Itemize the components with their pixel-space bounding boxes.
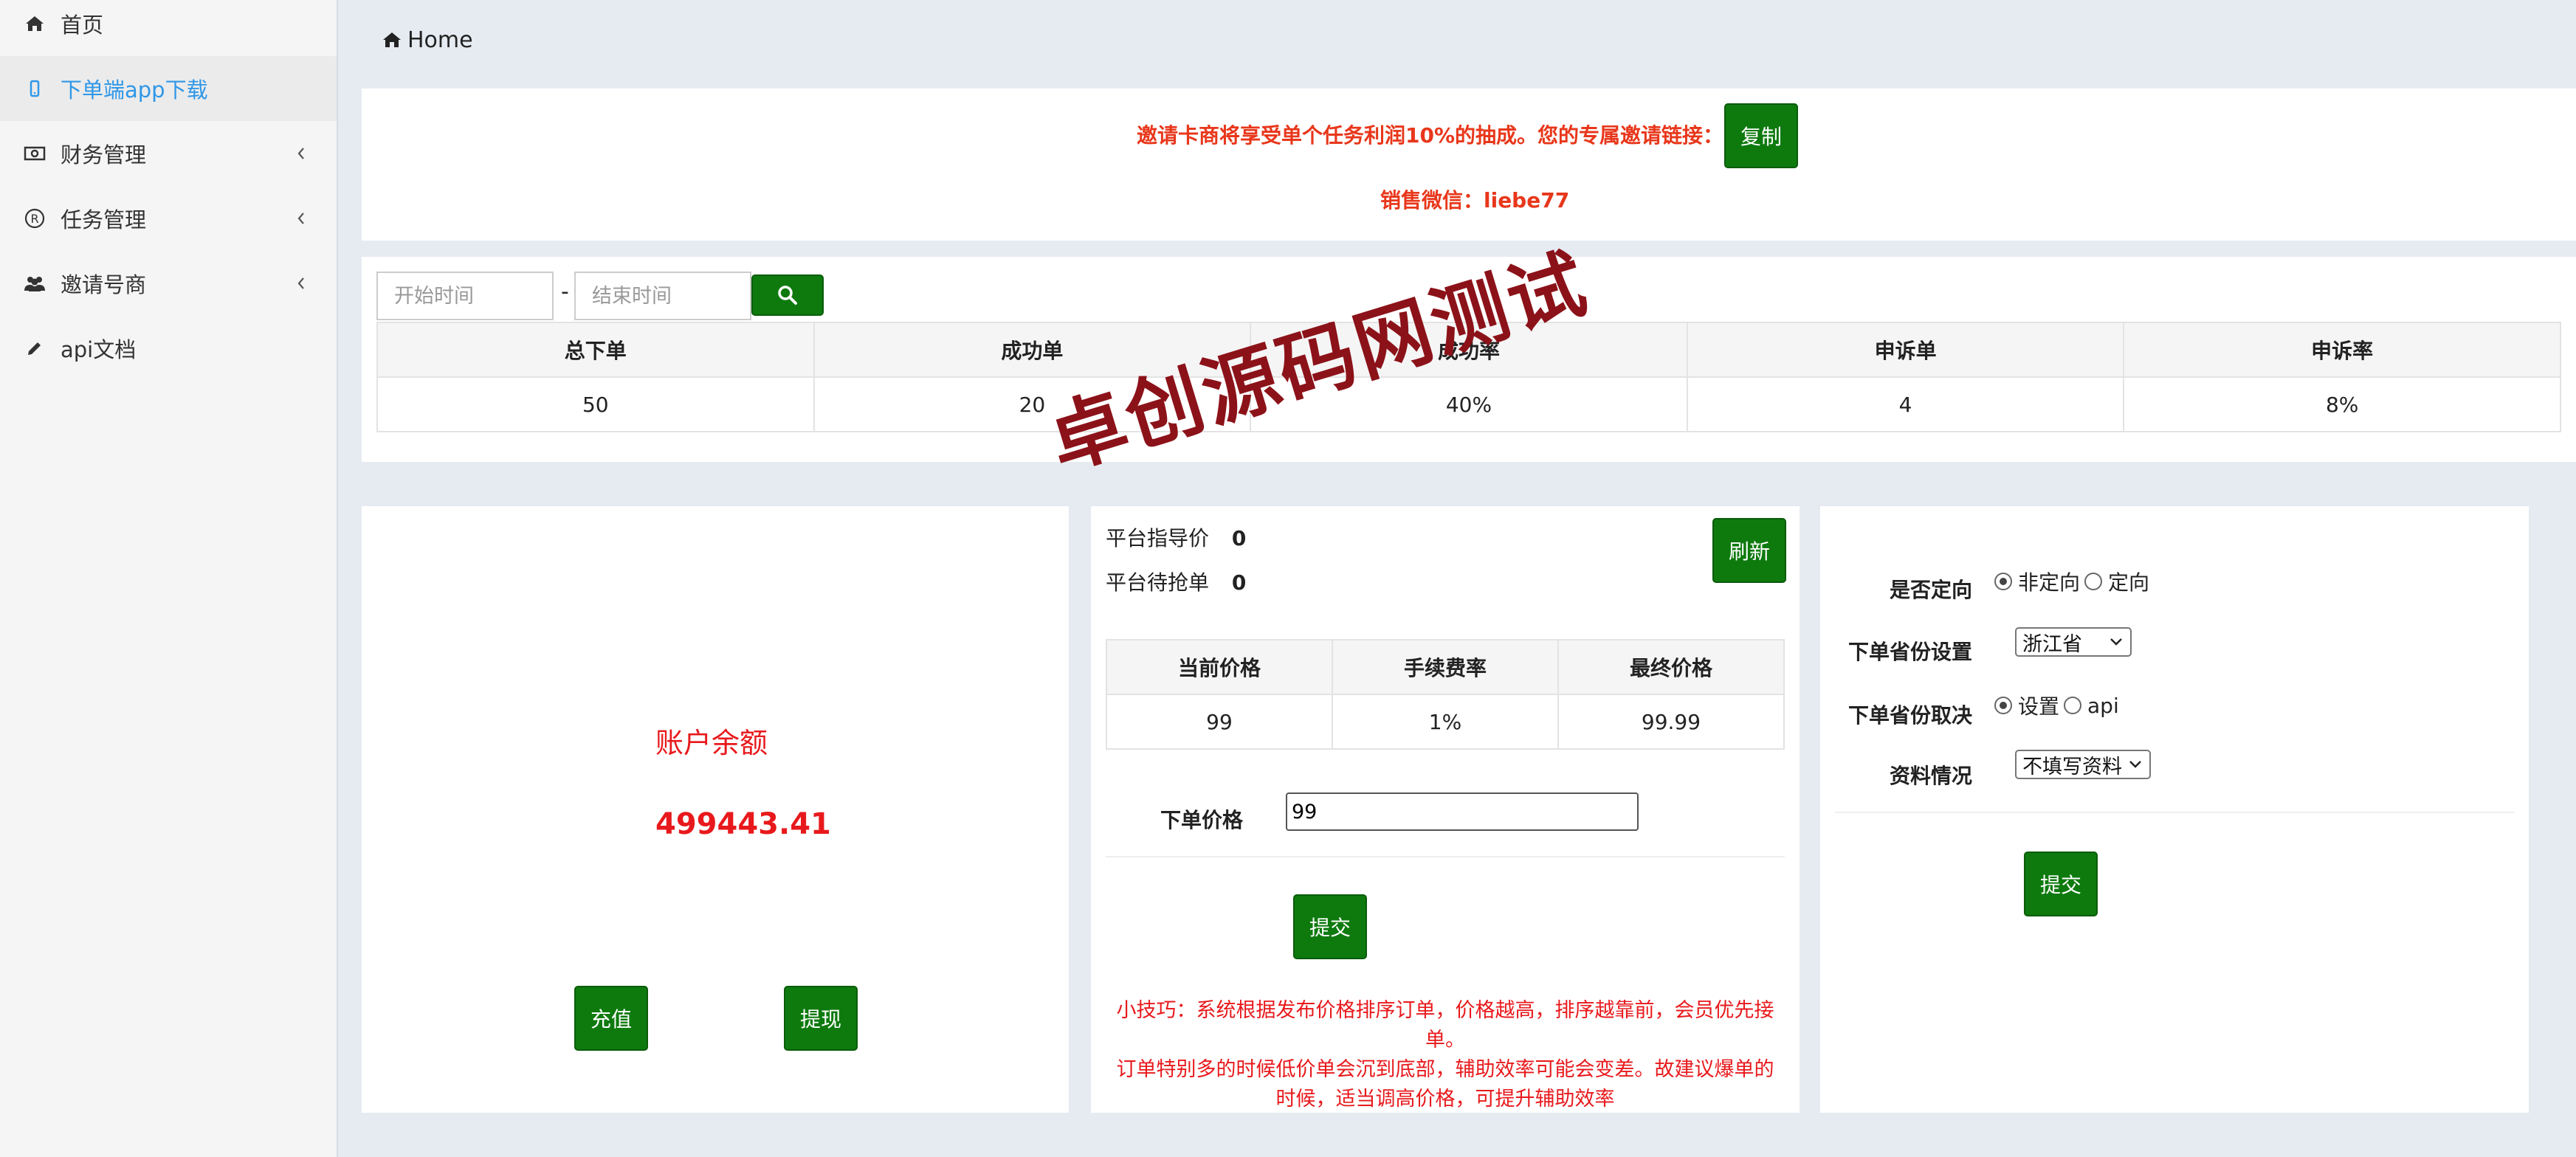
chevron-left-icon [297,186,306,251]
tip-line-1: 小技巧：系统根据发布价格排序订单，价格越高，排序越靠前，会员优先接单。 [1116,999,1774,1051]
guide-price-label: 平台指导价 [1106,526,1210,550]
radio-label: 设置 [2018,694,2060,719]
radio-label: api [2087,693,2119,718]
breadcrumb[interactable]: Home [382,22,473,58]
sidebar-item-label: api文档 [61,337,137,362]
sidebar-item-label: 财务管理 [61,142,147,167]
sidebar-item-label: 首页 [61,13,104,38]
province-select-value: 浙江省 [2022,632,2082,656]
start-time-input[interactable] [376,272,554,320]
account-panel: 账户余额 499443.41 充值 提现 [362,506,1069,1113]
sidebar-item-api-docs[interactable]: api文档 [0,316,337,381]
mobile-icon [24,77,46,100]
sidebar-item-home[interactable]: 首页 [0,0,337,56]
table-row: 50 20 40% 4 8% [376,376,2561,432]
province-select[interactable]: 浙江省 [2015,627,2132,657]
copy-button[interactable]: 复制 [1724,103,1798,168]
header-final-price: 最终价格 [1557,639,1785,695]
divider [1106,856,1785,857]
radio-label: 定向 [2108,570,2150,595]
order-price-input[interactable] [1286,792,1639,831]
chevron-down-icon [2129,761,2141,768]
radio-non-directed[interactable] [1994,573,2012,590]
appeal-orders-value: 4 [1686,376,2125,432]
refresh-button[interactable]: 刷新 [1712,518,1786,583]
current-price-value: 99 [1106,694,1333,750]
appeal-rate-value: 8% [2123,376,2561,432]
total-orders-value: 50 [376,376,815,432]
header-current-price: 当前价格 [1106,639,1333,695]
breadcrumb-label: Home [407,27,473,53]
sidebar-item-app-download[interactable]: 下单端app下载 [0,56,337,121]
pending-orders-row: 平台待抢单 0 [1106,567,1246,596]
pricing-panel: 平台指导价 0 平台待抢单 0 刷新 当前价格 手续费率 最终价格 99 1% … [1091,506,1800,1113]
sidebar-item-label: 邀请号商 [61,272,147,297]
search-button[interactable] [751,274,824,316]
fee-rate-value: 1% [1332,694,1559,750]
directed-label: 是否定向 [1890,578,1973,602]
directed-radio-group: 非定向 定向 [1994,567,2154,596]
province-source-radio-group: 设置 api [1994,691,2124,720]
final-price-value: 99.99 [1557,694,1785,750]
settings-panel: 是否定向 非定向 定向 下单省份设置 浙江省 下单省份取决 设置 api 资料情… [1820,506,2529,1113]
withdraw-button[interactable]: 提现 [784,986,858,1051]
divider [1835,812,2514,813]
money-icon [24,142,46,165]
info-select[interactable]: 不填写资料 [2015,750,2151,779]
users-icon [24,272,46,294]
province-source-label: 下单省份取决 [1848,703,1973,728]
info-select-value: 不填写资料 [2022,755,2122,778]
header-total-orders: 总下单 [376,322,815,378]
sidebar-item-label: 下单端app下载 [61,77,208,103]
info-label: 资料情况 [1890,764,1973,788]
tip-line-2: 订单特别多的时候低价单会沉到底部，辅助效率可能会变差。故建议爆单的时候，适当调高… [1116,1058,1774,1111]
radio-api[interactable] [2064,697,2082,714]
pencil-icon [24,337,46,359]
date-separator: - [561,279,569,305]
home-icon [383,32,401,47]
sidebar-item-label: 任务管理 [61,207,147,232]
radio-setting[interactable] [1994,697,2012,714]
pending-orders-value: 0 [1231,570,1247,595]
sidebar-item-finance[interactable]: 财务管理 [0,121,337,186]
header-appeal-rate: 申诉率 [2123,322,2561,378]
sidebar: 首页 下单端app下载 财务管理 R 任务管理 邀请号商 api文档 [0,0,338,1157]
radio-label: 非定向 [2018,570,2081,595]
header-fee-rate: 手续费率 [1332,639,1559,695]
chevron-down-icon [2110,638,2122,646]
home-icon [24,13,46,35]
submit-price-button[interactable]: 提交 [1293,894,1367,959]
recharge-button[interactable]: 充值 [574,986,648,1051]
guide-price-value: 0 [1231,526,1247,550]
sidebar-item-invite[interactable]: 邀请号商 [0,251,337,316]
chevron-left-icon [297,121,306,186]
end-time-input[interactable] [574,272,751,320]
search-icon [778,286,797,305]
tip-text: 小技巧：系统根据发布价格排序订单，价格越高，排序越靠前，会员优先接单。 订单特别… [1112,996,1779,1114]
guide-price-row: 平台指导价 0 [1106,522,1246,552]
svg-text:R: R [30,212,38,226]
table-row: 99 1% 99.99 [1106,694,1785,750]
price-table: 当前价格 手续费率 最终价格 99 1% 99.99 [1106,639,1785,750]
submit-settings-button[interactable]: 提交 [2024,852,2098,916]
sales-wechat: 销售微信：liebe77 [1380,188,1570,213]
radio-directed[interactable] [2084,573,2103,590]
invite-text: 邀请卡商将享受单个任务利润10%的抽成。您的专属邀请链接： [1137,123,1724,148]
province-label: 下单省份设置 [1848,640,1973,664]
sidebar-item-tasks[interactable]: R 任务管理 [0,186,337,251]
order-price-label: 下单价格 [1160,808,1244,832]
table-header-row: 当前价格 手续费率 最终价格 [1106,639,1785,695]
balance-value: 499443.41 [655,807,831,841]
chevron-left-icon [297,251,306,316]
invite-panel: 邀请卡商将享受单个任务利润10%的抽成。您的专属邀请链接： 复制 销售微信：li… [362,89,2576,241]
header-appeal-orders: 申诉单 [1686,322,2125,378]
pending-orders-label: 平台待抢单 [1106,570,1210,595]
registered-icon: R [24,207,46,229]
balance-label: 账户余额 [655,727,768,759]
